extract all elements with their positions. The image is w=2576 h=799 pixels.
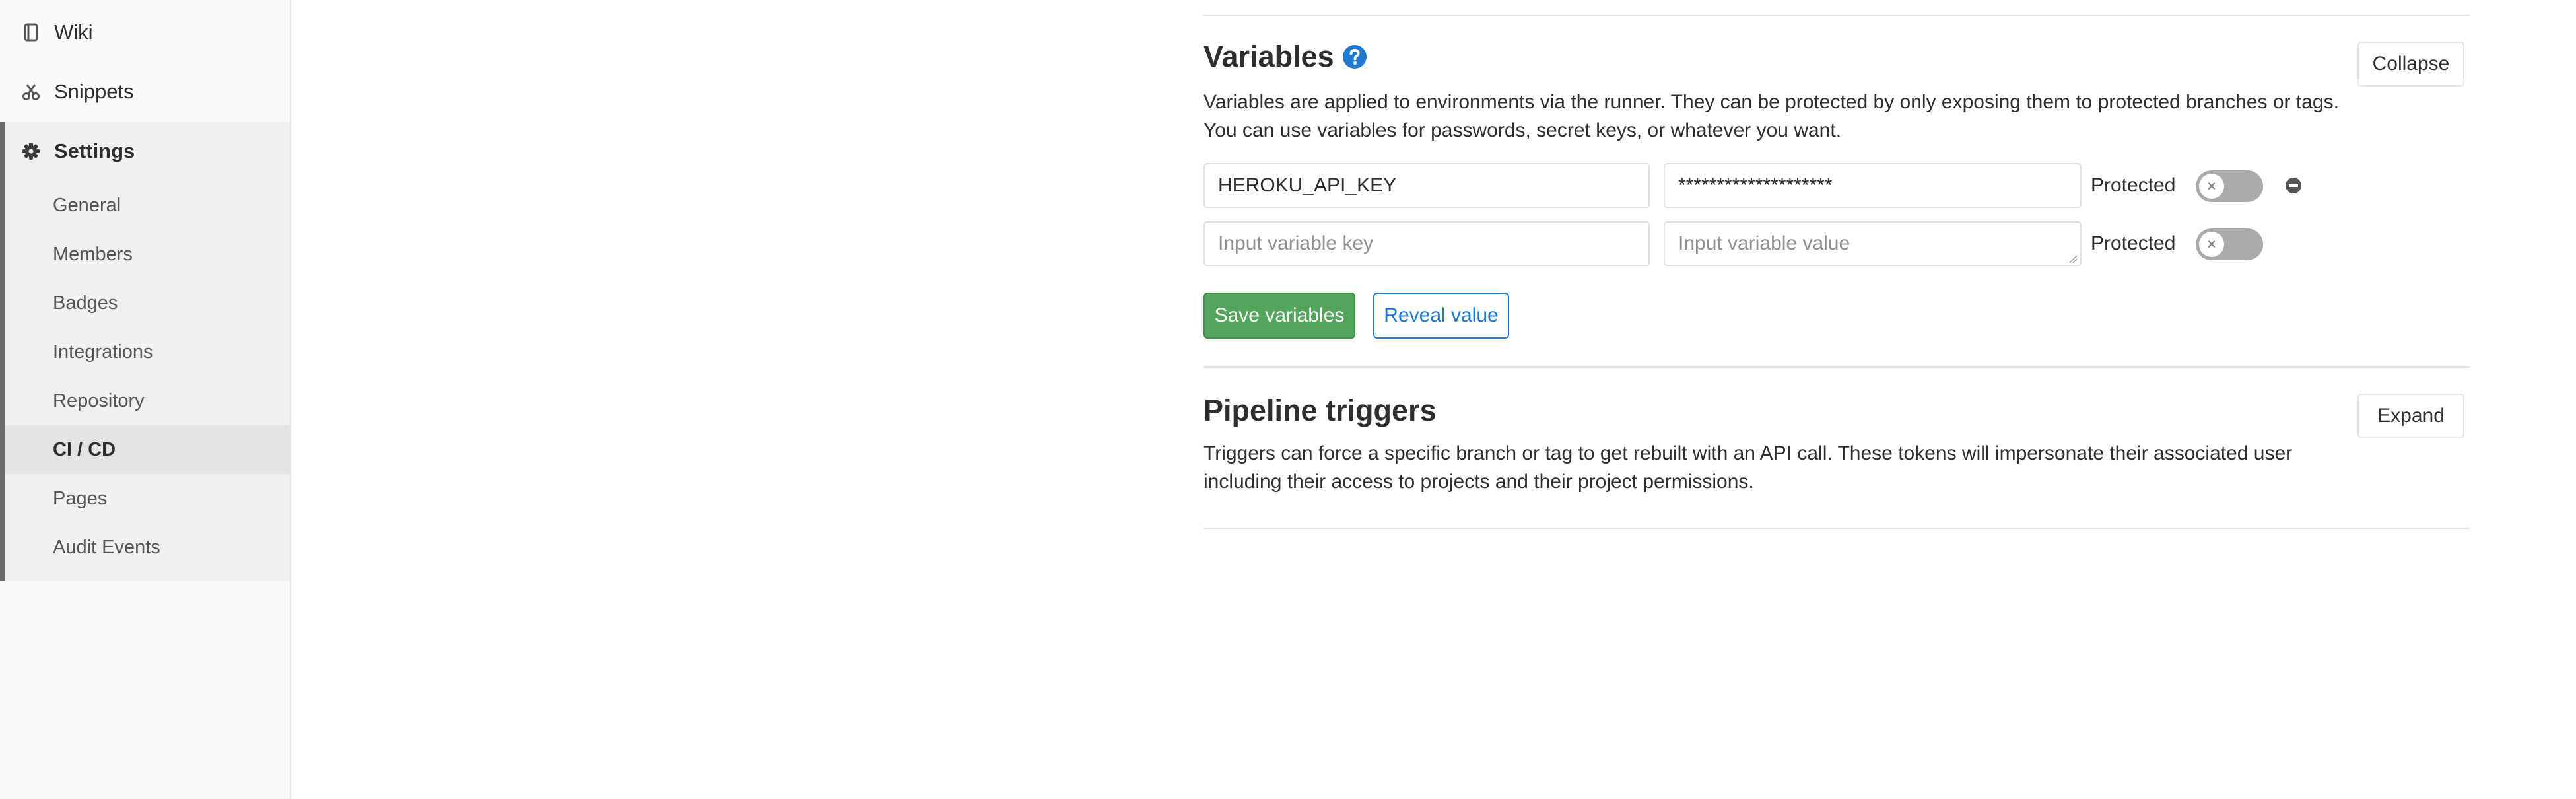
variable-key-input[interactable] (1203, 163, 1650, 208)
scissors-icon (21, 82, 41, 102)
sidebar-item-label: Settings (54, 139, 135, 162)
textarea-resize-handle[interactable] (2068, 254, 2078, 263)
reveal-value-button[interactable]: Reveal value (1373, 293, 1509, 339)
protected-toggle[interactable]: × (2196, 228, 2263, 260)
sidebar-item-label: Snippets (54, 80, 134, 103)
sidebar-subitem-members[interactable]: Members (5, 230, 290, 279)
toggle-knob: × (2199, 174, 2224, 199)
sidebar-subitem-general[interactable]: General (5, 181, 290, 230)
variables-description: Variables are applied to environments vi… (1203, 91, 2339, 141)
variables-title-text: Variables (1203, 40, 1334, 73)
section-divider (1203, 528, 2470, 529)
variable-key-input-empty[interactable] (1203, 221, 1650, 266)
pipeline-triggers-title-text: Pipeline triggers (1203, 394, 1437, 427)
sidebar-settings-group: Settings General Members Badges Integrat… (0, 122, 290, 581)
variable-value-input[interactable] (1664, 163, 2082, 208)
sidebar-subitem-badges[interactable]: Badges (5, 279, 290, 328)
expand-button[interactable]: Expand (2357, 394, 2464, 438)
sidebar-item-label: Wiki (54, 20, 93, 44)
sidebar-item-settings[interactable]: Settings (5, 122, 290, 181)
sidebar: Wiki Snippets Settings General Members B… (0, 0, 291, 799)
sidebar-subitem-integrations[interactable]: Integrations (5, 328, 290, 376)
variable-value-input-empty[interactable] (1664, 221, 2082, 266)
save-variables-button[interactable]: Save variables (1203, 293, 1355, 339)
sidebar-item-wiki[interactable]: Wiki (0, 3, 290, 62)
remove-variable-icon[interactable] (2285, 177, 2302, 194)
sidebar-subitem-audit-events[interactable]: Audit Events (5, 523, 290, 572)
sidebar-subitem-ci-cd[interactable]: CI / CD (5, 425, 290, 474)
collapse-button[interactable]: Collapse (2357, 42, 2464, 87)
settings-content: Variables Collapse Variables are applied… (1203, 0, 2470, 799)
toggle-knob: × (2199, 232, 2224, 257)
question-circle-icon[interactable] (1342, 44, 1367, 69)
protected-label: Protected (2091, 174, 2176, 196)
section-divider (1203, 15, 2470, 16)
protected-label: Protected (2091, 232, 2176, 254)
section-divider (1203, 366, 2470, 368)
gear-icon (21, 141, 41, 161)
pipeline-triggers-title: Pipeline triggers (1203, 394, 1437, 428)
sidebar-subitem-repository[interactable]: Repository (5, 376, 290, 425)
pipeline-triggers-description: Triggers can force a specific branch or … (1203, 442, 2293, 493)
protected-toggle[interactable]: × (2196, 170, 2263, 202)
book-icon (21, 22, 41, 42)
variables-section-title: Variables (1203, 40, 1367, 74)
sidebar-subitem-pages[interactable]: Pages (5, 474, 290, 523)
sidebar-item-snippets[interactable]: Snippets (0, 62, 290, 122)
